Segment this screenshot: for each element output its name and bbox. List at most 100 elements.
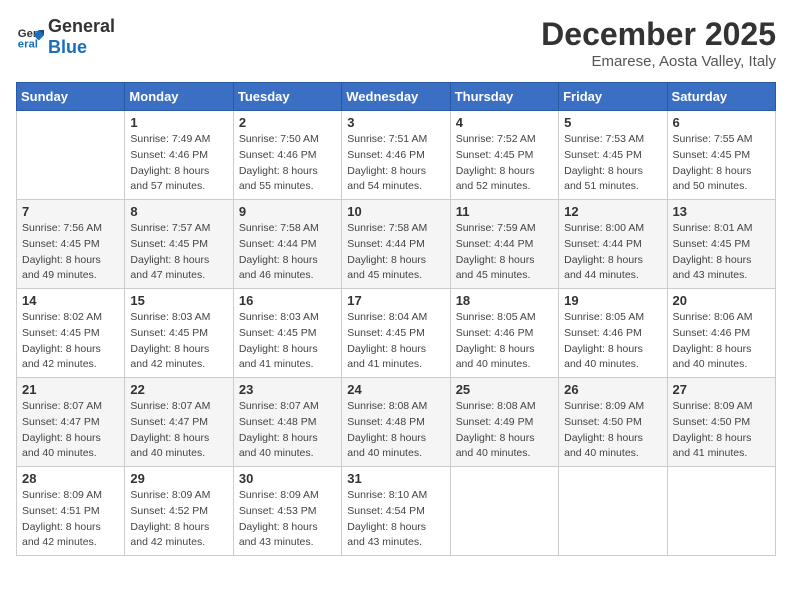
calendar-cell (667, 467, 775, 556)
day-detail: Sunrise: 8:03 AMSunset: 4:45 PMDaylight:… (239, 310, 336, 373)
day-detail: Sunrise: 8:04 AMSunset: 4:45 PMDaylight:… (347, 310, 444, 373)
day-number: 29 (130, 471, 227, 486)
day-number: 12 (564, 204, 661, 219)
calendar-week-row: 1 Sunrise: 7:49 AMSunset: 4:46 PMDaylight… (17, 111, 776, 200)
day-number: 15 (130, 293, 227, 308)
calendar-table: SundayMondayTuesdayWednesdayThursdayFrid… (16, 82, 776, 556)
day-detail: Sunrise: 7:51 AMSunset: 4:46 PMDaylight:… (347, 132, 444, 195)
calendar-cell (450, 467, 558, 556)
day-number: 13 (673, 204, 770, 219)
day-detail: Sunrise: 8:07 AMSunset: 4:47 PMDaylight:… (22, 399, 119, 462)
calendar-cell: 28Sunrise: 8:09 AMSunset: 4:51 PMDayligh… (17, 467, 125, 556)
day-number: 4 (456, 115, 553, 130)
day-number: 1 (130, 115, 227, 130)
day-detail: Sunrise: 7:56 AMSunset: 4:45 PMDaylight:… (22, 221, 119, 284)
day-detail: Sunrise: 8:06 AMSunset: 4:46 PMDaylight:… (673, 310, 770, 373)
day-detail: Sunrise: 8:10 AMSunset: 4:54 PMDaylight:… (347, 488, 444, 551)
weekday-header-sunday: Sunday (17, 83, 125, 111)
day-detail: Sunrise: 8:03 AMSunset: 4:45 PMDaylight:… (130, 310, 227, 373)
calendar-cell: 31Sunrise: 8:10 AMSunset: 4:54 PMDayligh… (342, 467, 450, 556)
day-number: 22 (130, 382, 227, 397)
day-detail: Sunrise: 7:52 AMSunset: 4:45 PMDaylight:… (456, 132, 553, 195)
calendar-cell: 9 Sunrise: 7:58 AMSunset: 4:44 PMDaylight… (233, 200, 341, 289)
day-number: 25 (456, 382, 553, 397)
calendar-cell (17, 111, 125, 200)
weekday-header-tuesday: Tuesday (233, 83, 341, 111)
day-detail: Sunrise: 7:58 AMSunset: 4:44 PMDaylight:… (239, 221, 336, 284)
calendar-cell: 19Sunrise: 8:05 AMSunset: 4:46 PMDayligh… (559, 289, 667, 378)
month-title: December 2025 (541, 16, 776, 53)
weekday-header-friday: Friday (559, 83, 667, 111)
day-detail: Sunrise: 8:07 AMSunset: 4:48 PMDaylight:… (239, 399, 336, 462)
day-number: 11 (456, 204, 553, 219)
calendar-cell: 8 Sunrise: 7:57 AMSunset: 4:45 PMDaylight… (125, 200, 233, 289)
calendar-week-row: 21 Sunrise: 8:07 AMSunset: 4:47 PMDayligh… (17, 378, 776, 467)
calendar-cell: 23 Sunrise: 8:07 AMSunset: 4:48 PMDayligh… (233, 378, 341, 467)
calendar-cell: 11Sunrise: 7:59 AMSunset: 4:44 PMDayligh… (450, 200, 558, 289)
day-detail: Sunrise: 8:07 AMSunset: 4:47 PMDaylight:… (130, 399, 227, 462)
weekday-header-monday: Monday (125, 83, 233, 111)
calendar-cell: 6 Sunrise: 7:55 AMSunset: 4:45 PMDaylight… (667, 111, 775, 200)
day-detail: Sunrise: 8:08 AMSunset: 4:49 PMDaylight:… (456, 399, 553, 462)
day-number: 3 (347, 115, 444, 130)
day-number: 28 (22, 471, 119, 486)
calendar-cell: 25 Sunrise: 8:08 AMSunset: 4:49 PMDayligh… (450, 378, 558, 467)
day-detail: Sunrise: 8:08 AMSunset: 4:48 PMDaylight:… (347, 399, 444, 462)
calendar-cell: 20Sunrise: 8:06 AMSunset: 4:46 PMDayligh… (667, 289, 775, 378)
weekday-header-wednesday: Wednesday (342, 83, 450, 111)
day-number: 5 (564, 115, 661, 130)
day-detail: Sunrise: 8:09 AMSunset: 4:50 PMDaylight:… (564, 399, 661, 462)
day-detail: Sunrise: 7:57 AMSunset: 4:45 PMDaylight:… (130, 221, 227, 284)
day-number: 7 (22, 204, 119, 219)
calendar-cell (559, 467, 667, 556)
calendar-cell: 5 Sunrise: 7:53 AMSunset: 4:45 PMDaylight… (559, 111, 667, 200)
calendar-cell: 10 Sunrise: 7:58 AMSunset: 4:44 PMDayligh… (342, 200, 450, 289)
day-number: 9 (239, 204, 336, 219)
calendar-cell: 14 Sunrise: 8:02 AMSunset: 4:45 PMDayligh… (17, 289, 125, 378)
calendar-cell: 27Sunrise: 8:09 AMSunset: 4:50 PMDayligh… (667, 378, 775, 467)
day-detail: Sunrise: 8:05 AMSunset: 4:46 PMDaylight:… (456, 310, 553, 373)
calendar-cell: 18Sunrise: 8:05 AMSunset: 4:46 PMDayligh… (450, 289, 558, 378)
day-number: 8 (130, 204, 227, 219)
day-detail: Sunrise: 8:02 AMSunset: 4:45 PMDaylight:… (22, 310, 119, 373)
day-number: 23 (239, 382, 336, 397)
calendar-cell: 1 Sunrise: 7:49 AMSunset: 4:46 PMDaylight… (125, 111, 233, 200)
calendar-cell: 24 Sunrise: 8:08 AMSunset: 4:48 PMDayligh… (342, 378, 450, 467)
calendar-week-row: 28Sunrise: 8:09 AMSunset: 4:51 PMDayligh… (17, 467, 776, 556)
day-number: 16 (239, 293, 336, 308)
calendar-cell: 12 Sunrise: 8:00 AMSunset: 4:44 PMDayligh… (559, 200, 667, 289)
day-number: 6 (673, 115, 770, 130)
day-number: 24 (347, 382, 444, 397)
logo-icon: Gen eral (16, 23, 44, 51)
weekday-header-thursday: Thursday (450, 83, 558, 111)
calendar-cell: 22 Sunrise: 8:07 AMSunset: 4:47 PMDayligh… (125, 378, 233, 467)
calendar-week-row: 7 Sunrise: 7:56 AMSunset: 4:45 PMDaylight… (17, 200, 776, 289)
day-detail: Sunrise: 8:01 AMSunset: 4:45 PMDaylight:… (673, 221, 770, 284)
calendar-cell: 17 Sunrise: 8:04 AMSunset: 4:45 PMDayligh… (342, 289, 450, 378)
day-number: 27 (673, 382, 770, 397)
title-block: December 2025 Emarese, Aosta Valley, Ita… (541, 16, 776, 70)
day-detail: Sunrise: 7:55 AMSunset: 4:45 PMDaylight:… (673, 132, 770, 195)
svg-text:eral: eral (18, 39, 38, 51)
calendar-cell: 7 Sunrise: 7:56 AMSunset: 4:45 PMDaylight… (17, 200, 125, 289)
calendar-cell: 13 Sunrise: 8:01 AMSunset: 4:45 PMDayligh… (667, 200, 775, 289)
calendar-cell: 2Sunrise: 7:50 AMSunset: 4:46 PMDaylight… (233, 111, 341, 200)
day-number: 30 (239, 471, 336, 486)
calendar-cell: 15 Sunrise: 8:03 AMSunset: 4:45 PMDayligh… (125, 289, 233, 378)
day-number: 21 (22, 382, 119, 397)
day-detail: Sunrise: 7:53 AMSunset: 4:45 PMDaylight:… (564, 132, 661, 195)
day-number: 14 (22, 293, 119, 308)
day-detail: Sunrise: 8:09 AMSunset: 4:52 PMDaylight:… (130, 488, 227, 551)
calendar-cell: 4 Sunrise: 7:52 AMSunset: 4:45 PMDaylight… (450, 111, 558, 200)
day-number: 26 (564, 382, 661, 397)
day-detail: Sunrise: 7:58 AMSunset: 4:44 PMDaylight:… (347, 221, 444, 284)
day-number: 10 (347, 204, 444, 219)
day-number: 19 (564, 293, 661, 308)
calendar-cell: 3 Sunrise: 7:51 AMSunset: 4:46 PMDaylight… (342, 111, 450, 200)
calendar-cell: 16 Sunrise: 8:03 AMSunset: 4:45 PMDayligh… (233, 289, 341, 378)
day-detail: Sunrise: 8:00 AMSunset: 4:44 PMDaylight:… (564, 221, 661, 284)
calendar-week-row: 14 Sunrise: 8:02 AMSunset: 4:45 PMDayligh… (17, 289, 776, 378)
day-detail: Sunrise: 7:49 AMSunset: 4:46 PMDaylight:… (130, 132, 227, 195)
day-detail: Sunrise: 8:09 AMSunset: 4:53 PMDaylight:… (239, 488, 336, 551)
day-number: 17 (347, 293, 444, 308)
